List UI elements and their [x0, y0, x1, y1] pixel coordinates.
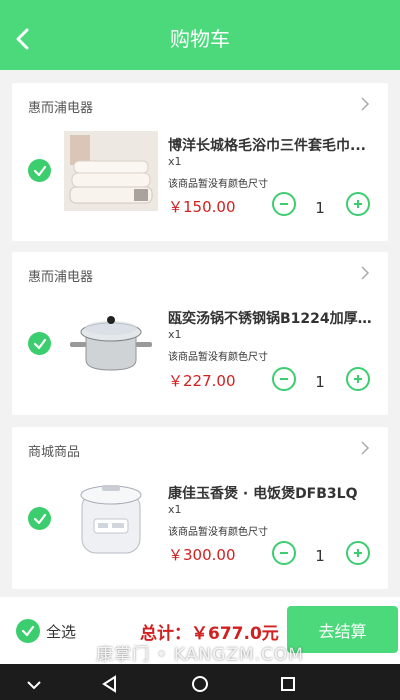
decrease-quantity-button[interactable]: [272, 192, 296, 216]
chevron-right-icon[interactable]: [358, 95, 372, 113]
checkmark-icon: [21, 625, 35, 637]
minus-icon: [280, 203, 288, 205]
home-icon[interactable]: [190, 674, 210, 694]
product-name[interactable]: 康佳玉香煲 · 电饭煲DFB3LQ: [168, 483, 372, 503]
checkmark-icon: [33, 165, 46, 176]
cart-shop-group: 惠而浦电器 博洋长城格毛浴巾三件套毛巾... x1 该商品暂没有颜色尺寸 ￥15…: [12, 83, 388, 241]
checkmark-icon: [33, 513, 46, 524]
increase-quantity-button[interactable]: [346, 367, 370, 391]
product-spec-note: 该商品暂没有颜色尺寸: [168, 352, 268, 363]
chevron-right-icon[interactable]: [358, 264, 372, 282]
product-spec-note: 该商品暂没有颜色尺寸: [168, 179, 268, 190]
increase-quantity-button[interactable]: [346, 192, 370, 216]
quantity-value: 1: [315, 373, 325, 391]
decrease-quantity-button[interactable]: [272, 541, 296, 565]
product-price: ￥300.00: [168, 546, 236, 564]
increase-quantity-button[interactable]: [346, 541, 370, 565]
system-nav-bar: [0, 664, 400, 700]
item-checkbox[interactable]: [28, 332, 51, 355]
plus-icon: [354, 549, 362, 557]
quantity-value: 1: [315, 199, 325, 217]
product-price: ￥227.00: [168, 372, 236, 390]
status-bar: [0, 0, 400, 8]
shop-name: 商城商品: [28, 445, 81, 460]
product-thumbnail[interactable]: [64, 304, 158, 384]
product-name[interactable]: 博洋长城格毛浴巾三件套毛巾...: [168, 135, 372, 155]
minus-icon: [280, 378, 288, 380]
cart-shop-group: 商城商品 康佳玉香煲 · 电饭煲DFB3LQ x1 该商品暂没有颜色尺寸 ￥30…: [12, 427, 388, 589]
recents-icon[interactable]: [278, 674, 298, 694]
item-checkbox[interactable]: [28, 159, 51, 182]
product-quantity: x1: [168, 155, 182, 168]
page-title: 购物车: [170, 27, 230, 51]
collapse-icon[interactable]: [24, 674, 44, 694]
product-quantity: x1: [168, 328, 182, 341]
chevron-right-icon[interactable]: [358, 439, 372, 457]
back-nav-icon[interactable]: [100, 674, 120, 694]
product-spec-note: 该商品暂没有颜色尺寸: [168, 527, 268, 538]
watermark: 康掌门 • KANGZM.COM: [96, 645, 304, 665]
decrease-quantity-button[interactable]: [272, 367, 296, 391]
checkmark-icon: [33, 338, 46, 349]
top-bar: 购物车: [0, 8, 400, 70]
plus-icon: [354, 200, 362, 208]
minus-icon: [280, 552, 288, 554]
shop-name: 惠而浦电器: [28, 101, 94, 116]
quantity-value: 1: [315, 547, 325, 565]
product-price: ￥150.00: [168, 198, 236, 216]
item-checkbox[interactable]: [28, 507, 51, 530]
cart-shop-group: 惠而浦电器 瓯奕汤锅不锈钢锅B1224加厚... x1 该商品暂没有颜色尺寸 ￥…: [12, 252, 388, 415]
select-all-label[interactable]: 全选: [46, 621, 76, 642]
product-name[interactable]: 瓯奕汤锅不锈钢锅B1224加厚...: [168, 308, 372, 328]
plus-icon: [354, 375, 362, 383]
product-quantity: x1: [168, 503, 182, 516]
product-thumbnail[interactable]: [64, 479, 158, 559]
shop-name: 惠而浦电器: [28, 270, 94, 285]
product-thumbnail[interactable]: [64, 131, 158, 211]
